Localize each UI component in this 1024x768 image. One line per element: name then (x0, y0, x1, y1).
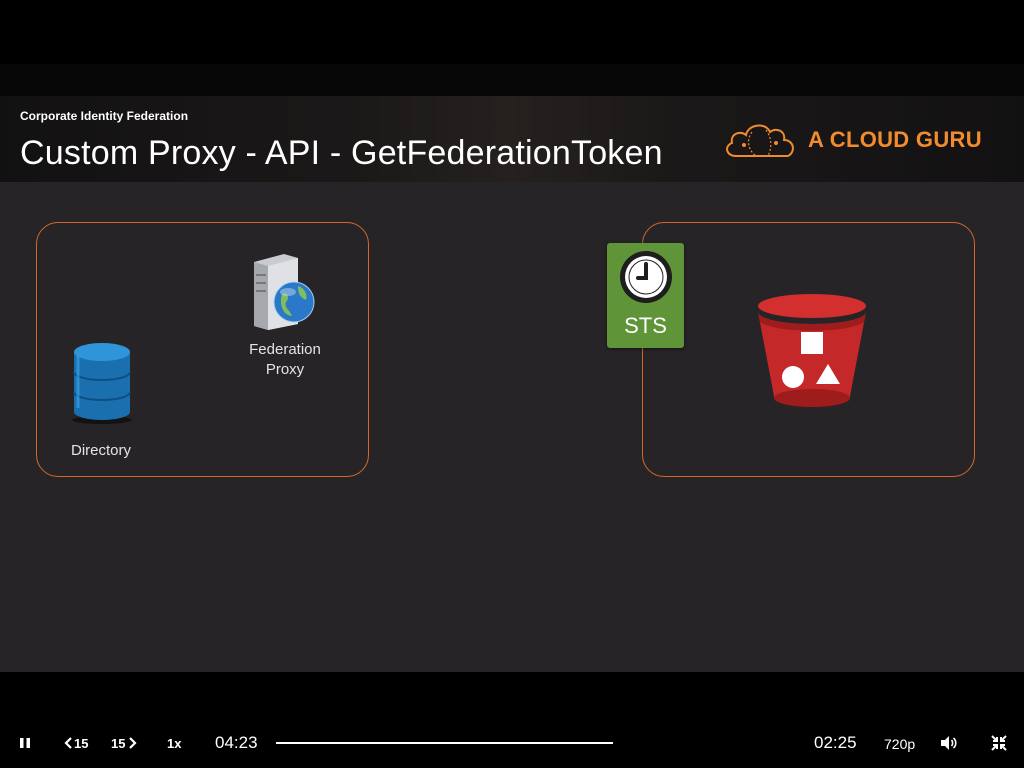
player-controls: 15 15 1x 04:23 02:25 720p (0, 704, 1024, 768)
quality-button[interactable]: 720p (884, 736, 915, 752)
server-globe-icon (254, 254, 315, 330)
pause-button[interactable] (18, 736, 32, 750)
slide-header: Corporate Identity Federation Custom Pro… (0, 96, 1024, 182)
progress-bar[interactable] (276, 742, 613, 744)
volume-icon (941, 736, 957, 750)
speed-button[interactable]: 1x (167, 736, 181, 751)
current-time: 04:23 (215, 733, 258, 752)
brand-name: A CLOUD GURU (808, 127, 982, 152)
slide-title: Custom Proxy - API - GetFederationToken (20, 134, 663, 172)
cloud-guru-logo-icon (726, 124, 794, 157)
skip-forward-button[interactable]: 15 (111, 735, 139, 751)
forward-icon (129, 737, 137, 749)
sts-card: STS (607, 243, 684, 348)
slide: Corporate Identity Federation Custom Pro… (0, 96, 1024, 672)
volume-button[interactable] (940, 735, 958, 751)
directory-label: Directory (70, 442, 131, 459)
exit-fullscreen-button[interactable] (991, 735, 1007, 751)
database-icon (72, 343, 132, 424)
s3-bucket-icon (758, 294, 866, 407)
skip-back-button[interactable]: 15 (64, 735, 92, 751)
brand-logo: A CLOUD GURU (722, 118, 982, 162)
top-letterbox (0, 0, 1024, 96)
remaining-time: 02:25 (814, 733, 857, 752)
federation-proxy-label: Federation Proxy (249, 341, 321, 378)
exit-fullscreen-icon (991, 735, 1007, 751)
sts-label: STS (624, 313, 667, 338)
pause-icon (20, 738, 30, 748)
rewind-icon (64, 737, 72, 749)
clock-icon (620, 251, 672, 303)
section-title: Corporate Identity Federation (20, 109, 189, 123)
